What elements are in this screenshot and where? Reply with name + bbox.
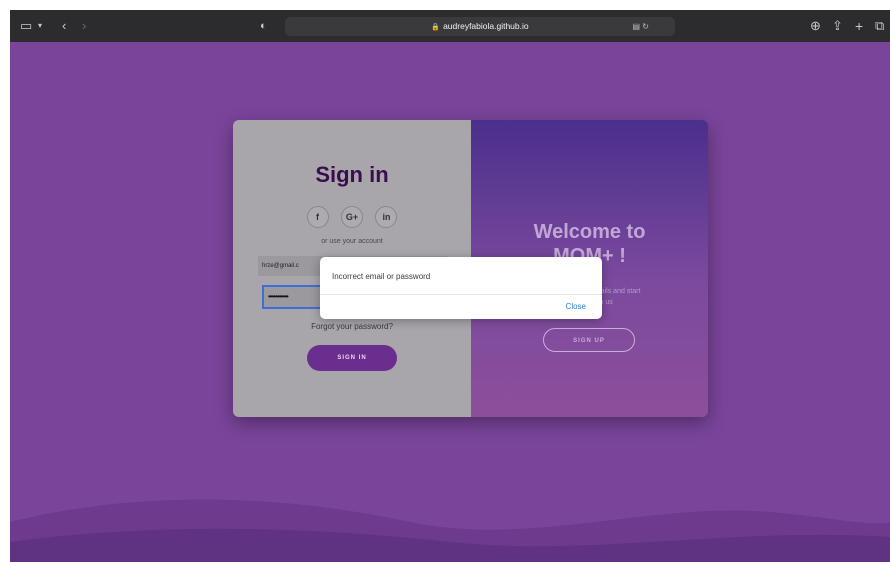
alert-close-button[interactable]: Close [566,302,586,311]
alert-divider [320,294,602,295]
reader-translate-icon[interactable]: ▤ ↻ [633,17,649,36]
use-account-text: or use your account [321,238,383,245]
privacy-shield-icon[interactable]: ◐ [260,10,267,42]
url-text: audreyfabiola.github.io [443,21,529,31]
alert-message: Incorrect email or password [332,272,431,281]
welcome-subtitle-line1: details and start [591,288,641,295]
facebook-button[interactable]: f [306,206,329,228]
sidebar-icon[interactable]: ▭ [20,10,32,42]
social-buttons: f G+ in [233,206,471,228]
welcome-title-line1: Welcome to [533,221,646,243]
tab-overview-icon[interactable]: ⧉ [875,10,884,42]
forgot-password-link[interactable]: Forgot your password? [233,322,471,331]
download-icon[interactable]: ⊕ [810,10,821,42]
alert-dialog: Incorrect email or password Close [320,257,602,319]
signup-button[interactable]: SIGN UP [543,328,635,352]
new-tab-icon[interactable]: + [855,10,863,42]
address-bar[interactable]: 🔒 audreyfabiola.github.io ▤ ↻ [285,17,675,36]
signin-title: Sign in [315,162,389,187]
lock-icon: 🔒 [431,24,441,31]
page-background: Sign in f G+ in or use your account hrze… [10,42,890,562]
back-icon[interactable]: ‹ [62,10,66,42]
chevron-down-icon[interactable]: ▾ [38,10,42,42]
browser-toolbar: ▭ ▾ ‹ › ◐ 🔒 audreyfabiola.github.io ▤ ↻ ⊕… [10,10,890,42]
forward-icon[interactable]: › [82,10,86,42]
welcome-subtitle-line2: with us [591,299,613,306]
signin-button[interactable]: SIGN IN [307,345,397,371]
url-text-wrapper: 🔒 audreyfabiola.github.io [285,17,675,36]
welcome-subtitle: details and start with us [591,286,691,308]
bottom-waves [10,499,890,562]
linkedin-button[interactable]: in [375,206,398,228]
google-plus-button[interactable]: G+ [341,206,363,228]
share-icon[interactable]: ⇪ [832,10,843,42]
